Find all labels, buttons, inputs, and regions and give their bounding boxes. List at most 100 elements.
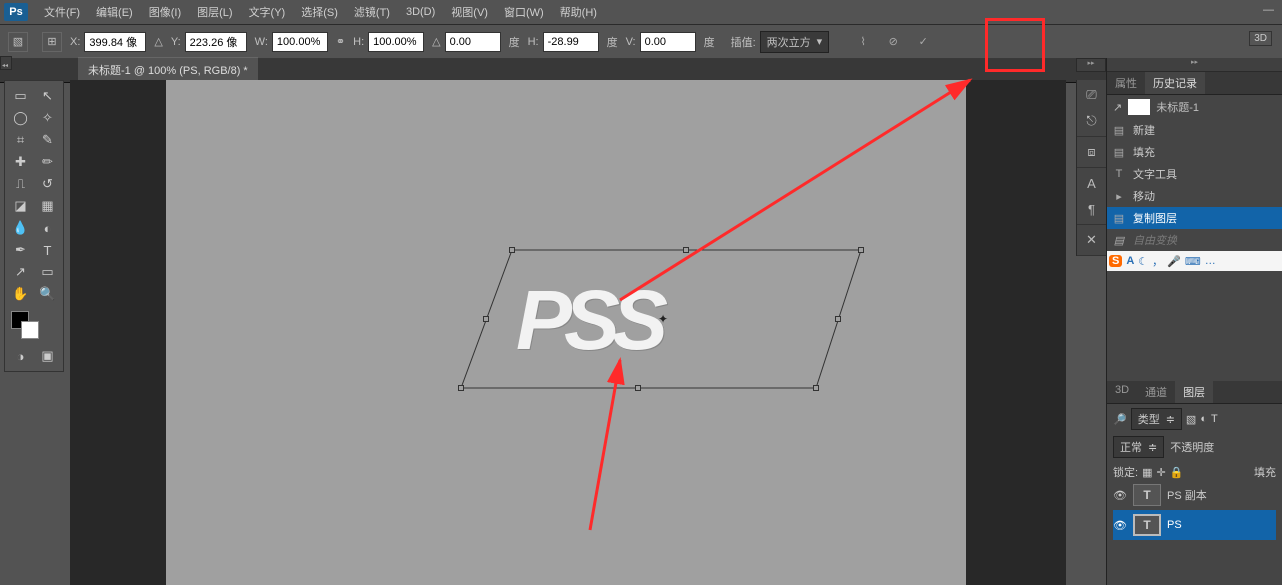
history-item[interactable]: ▤自由变换	[1107, 229, 1282, 251]
transform-handle[interactable]	[683, 247, 689, 253]
lock-position-icon[interactable]: ✛	[1156, 466, 1165, 479]
eraser-tool-icon[interactable]: ◪	[7, 195, 34, 217]
history-item[interactable]: ▤填充	[1107, 141, 1282, 163]
delta-icon[interactable]: △	[154, 35, 162, 48]
transform-handle[interactable]	[483, 316, 489, 322]
tab-layers[interactable]: 图层	[1175, 381, 1213, 403]
menu-help[interactable]: 帮助(H)	[552, 1, 605, 23]
history-document[interactable]: ↗ 未标题-1	[1107, 95, 1282, 119]
transform-handle[interactable]	[458, 385, 464, 391]
ime-mic-icon[interactable]: 🎤	[1167, 255, 1181, 268]
transform-handle[interactable]	[635, 385, 641, 391]
menu-filter[interactable]: 滤镜(T)	[346, 1, 398, 23]
angle-input[interactable]	[445, 32, 501, 52]
menu-window[interactable]: 窗口(W)	[496, 1, 552, 23]
vskew-input[interactable]	[640, 32, 696, 52]
lock-all-icon[interactable]: 🔒	[1170, 466, 1184, 479]
document-tab[interactable]: 未标题-1 @ 100% (PS, RGB/8) *	[78, 57, 258, 82]
cancel-transform-icon[interactable]: ⊘	[881, 30, 905, 54]
filter-type-icon[interactable]: T	[1211, 413, 1218, 425]
ime-icon[interactable]: ，	[1152, 253, 1163, 269]
menu-select[interactable]: 选择(S)	[293, 1, 346, 23]
reference-point-icon[interactable]: ⊞	[42, 32, 62, 52]
tools-panel-icon[interactable]: ✕	[1083, 231, 1101, 249]
layer-name[interactable]: PS 副本	[1167, 487, 1207, 503]
menu-file[interactable]: 文件(F)	[36, 1, 88, 23]
history-item[interactable]: ▸移动	[1107, 185, 1282, 207]
menu-layer[interactable]: 图层(L)	[189, 1, 240, 23]
left-panel-collapse[interactable]	[0, 56, 12, 70]
tab-history[interactable]: 历史记录	[1145, 72, 1205, 94]
history-item[interactable]: ▤新建	[1107, 119, 1282, 141]
tab-3d[interactable]: 3D	[1107, 381, 1137, 403]
ime-keyboard-icon[interactable]: ⌨	[1185, 255, 1201, 268]
transform-handle[interactable]	[835, 316, 841, 322]
history-item[interactable]: ▤复制图层	[1107, 207, 1282, 229]
wand-tool-icon[interactable]: ✧	[34, 107, 61, 129]
visibility-icon[interactable]: 👁	[1113, 489, 1127, 502]
layer-row[interactable]: 👁 T PS	[1113, 510, 1276, 540]
path-select-icon[interactable]: ↗	[7, 261, 34, 283]
arrow-tool-icon[interactable]: ↖	[34, 85, 61, 107]
blend-mode-select[interactable]: 正常 ≑	[1113, 436, 1164, 458]
quickmask-icon[interactable]: ◑	[7, 345, 34, 367]
ime-mode[interactable]: A	[1126, 255, 1134, 267]
menu-image[interactable]: 图像(I)	[141, 1, 189, 23]
ime-icon[interactable]: ☾	[1138, 255, 1148, 268]
history-brush-icon[interactable]: ↺	[34, 173, 61, 195]
canvas[interactable]: PSS ✦	[166, 80, 966, 585]
transform-handle[interactable]	[858, 247, 864, 253]
menu-type[interactable]: 文字(Y)	[241, 1, 294, 23]
warp-mode-icon[interactable]: ⌇	[851, 30, 875, 54]
commit-transform-icon[interactable]: ✓	[911, 30, 935, 54]
lock-pixels-icon[interactable]: ▦	[1142, 466, 1152, 479]
pen-tool-icon[interactable]: ✒	[7, 239, 34, 261]
tab-channels[interactable]: 通道	[1137, 381, 1175, 403]
x-input[interactable]	[84, 32, 146, 52]
swatch-panel-icon[interactable]: ⎋	[1083, 112, 1101, 130]
zoom-tool-icon[interactable]: 🔍	[34, 283, 61, 305]
window-minimize-icon[interactable]: —	[1263, 4, 1274, 16]
type-tool-icon[interactable]: T	[34, 239, 61, 261]
ime-toolbar[interactable]: S A ☾ ， 🎤 ⌨ …	[1107, 251, 1282, 271]
paragraph-panel-icon[interactable]: ¶	[1083, 200, 1101, 218]
shape-tool-icon[interactable]: ▭	[34, 261, 61, 283]
transform-handle[interactable]	[813, 385, 819, 391]
filter-adjust-icon[interactable]: ◐	[1200, 413, 1207, 425]
menu-edit[interactable]: 编辑(E)	[88, 1, 141, 23]
color-swatches[interactable]	[7, 311, 61, 341]
heal-tool-icon[interactable]: ✚	[7, 151, 34, 173]
dodge-tool-icon[interactable]: ◐	[34, 217, 61, 239]
w-input[interactable]	[272, 32, 328, 52]
gradient-tool-icon[interactable]: ▦	[34, 195, 61, 217]
interp-select[interactable]: 两次立方 ▾	[760, 31, 830, 53]
h-input[interactable]	[368, 32, 424, 52]
color-panel-icon[interactable]: ⎚	[1083, 86, 1101, 104]
layer-row[interactable]: 👁 T PS 副本	[1113, 480, 1276, 510]
history-item[interactable]: T文字工具	[1107, 163, 1282, 185]
blur-tool-icon[interactable]: 💧	[7, 217, 34, 239]
lasso-tool-icon[interactable]: ◯	[7, 107, 34, 129]
layer-name[interactable]: PS	[1167, 519, 1182, 531]
move-tool-icon[interactable]: ▭	[7, 85, 34, 107]
panels-collapse[interactable]: ▸▸	[1107, 58, 1282, 72]
visibility-icon[interactable]: 👁	[1113, 519, 1127, 532]
stamp-tool-icon[interactable]: ⎍	[7, 173, 34, 195]
y-input[interactable]	[185, 32, 247, 52]
filter-icon[interactable]: 🔎	[1113, 413, 1127, 426]
hskew-input[interactable]	[543, 32, 599, 52]
background-swatch[interactable]	[21, 321, 39, 339]
layer-kind-select[interactable]: 类型 ≑	[1131, 408, 1182, 430]
right-strip-collapse[interactable]: ▸▸	[1076, 58, 1106, 72]
history-brush-source-icon[interactable]: ↗	[1113, 101, 1122, 114]
menu-view[interactable]: 视图(V)	[443, 1, 496, 23]
crop-tool-icon[interactable]: ⌗	[7, 129, 34, 151]
link-icon[interactable]: ⚭	[336, 35, 345, 48]
tab-properties[interactable]: 属性	[1107, 72, 1145, 94]
transform-handle[interactable]	[509, 247, 515, 253]
brush-tool-icon[interactable]: ✏	[34, 151, 61, 173]
ime-more-icon[interactable]: …	[1205, 255, 1216, 267]
screenmode-icon[interactable]: ▣	[34, 345, 61, 367]
filter-pixel-icon[interactable]: ▧	[1186, 413, 1196, 426]
adjust-panel-icon[interactable]: ⧈	[1083, 143, 1101, 161]
